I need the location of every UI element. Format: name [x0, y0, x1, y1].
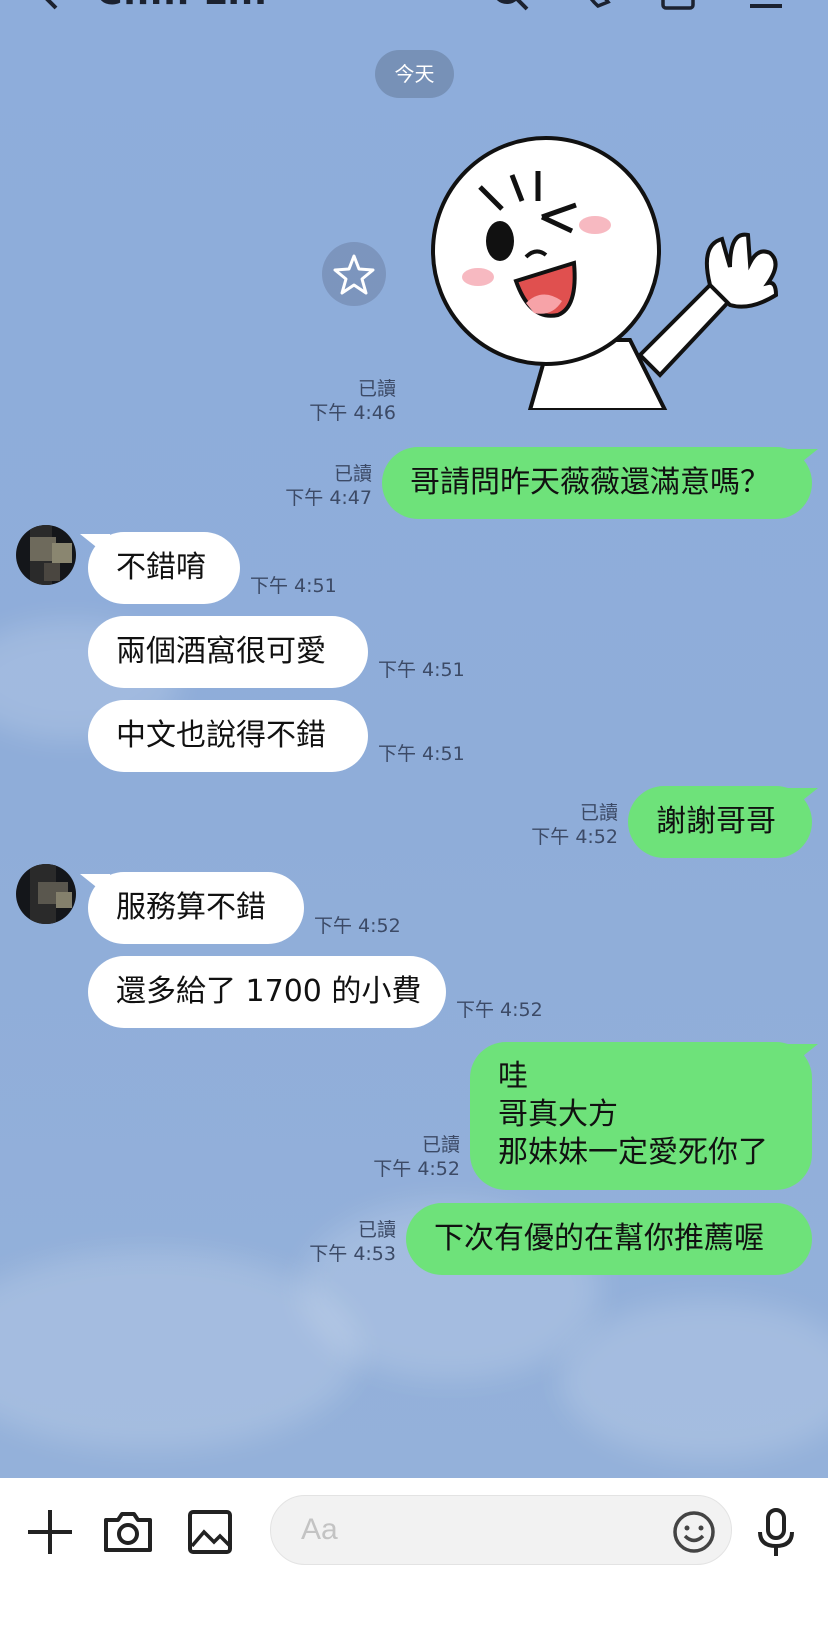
message-time: 下午 4:51 — [378, 659, 465, 681]
message-bubble-outgoing[interactable]: 謝謝哥哥 — [628, 786, 812, 858]
message-bubble-outgoing[interactable]: 下次有優的在幫你推薦喔 — [406, 1203, 812, 1275]
message-sticker[interactable] — [430, 135, 790, 412]
bubble-tail — [788, 788, 818, 812]
message-time: 下午 4:51 — [250, 575, 337, 597]
search-icon[interactable] — [490, 0, 530, 16]
image-icon[interactable] — [180, 1502, 240, 1562]
message-meta: 已讀 下午 4:53 — [256, 1218, 396, 1266]
message-line: 哇 — [498, 1059, 528, 1094]
message-input-bar — [0, 1478, 828, 1648]
message-bubble-incoming[interactable]: 中文也說得不錯 — [88, 700, 368, 772]
message-time: 下午 4:53 — [309, 1243, 396, 1265]
cloud-decoration — [560, 1300, 828, 1460]
message-meta: 已讀 下午 4:46 — [260, 377, 396, 425]
message-meta: 已讀 下午 4:52 — [478, 801, 618, 849]
menu-icon[interactable] — [746, 0, 786, 16]
message-time: 下午 4:52 — [531, 826, 618, 848]
message-meta: 已讀 下午 4:47 — [232, 462, 372, 510]
bubble-tail — [788, 1044, 818, 1068]
star-icon — [333, 254, 375, 295]
camera-icon[interactable] — [98, 1502, 158, 1562]
plus-icon[interactable] — [20, 1502, 80, 1562]
favorite-sticker-button[interactable] — [322, 242, 386, 306]
waving-face-sticker — [431, 136, 779, 412]
chat-header: Chih Lin — [0, 0, 828, 18]
message-time: 下午 4:52 — [456, 999, 543, 1021]
chat-title[interactable]: Chih Lin — [96, 0, 267, 13]
message-meta: 已讀 下午 4:52 — [320, 1133, 460, 1181]
message-bubble-incoming[interactable]: 兩個酒窩很可愛 — [88, 616, 368, 688]
message-bubble-outgoing[interactable]: 哥請問昨天薇薇還滿意嗎？ — [382, 447, 812, 519]
message-time: 下午 4:52 — [373, 1158, 460, 1180]
read-receipt: 已讀 — [333, 463, 372, 485]
message-input[interactable] — [270, 1495, 732, 1565]
contact-avatar[interactable] — [16, 864, 76, 924]
bubble-tail — [80, 534, 110, 558]
bubble-tail — [788, 449, 818, 473]
notes-icon[interactable] — [658, 0, 698, 16]
date-separator: 今天 — [375, 50, 454, 98]
message-line: 那妹妹一定愛死你了 — [498, 1135, 768, 1170]
emoji-icon[interactable] — [664, 1502, 724, 1562]
read-receipt: 已讀 — [357, 378, 396, 400]
message-bubble-incoming[interactable]: 還多給了 1700 的小費 — [88, 956, 446, 1028]
read-receipt: 已讀 — [579, 802, 618, 824]
message-bubble-incoming[interactable]: 服務算不錯 — [88, 872, 304, 944]
read-receipt: 已讀 — [421, 1134, 460, 1156]
message-time: 下午 4:51 — [378, 743, 465, 765]
contact-avatar[interactable] — [16, 525, 76, 585]
message-time: 下午 4:52 — [314, 915, 401, 937]
message-time: 下午 4:46 — [309, 402, 396, 424]
message-bubble-incoming[interactable]: 不錯唷 — [88, 532, 240, 604]
message-line: 哥真大方 — [498, 1097, 618, 1132]
message-bubble-outgoing[interactable]: 哇 哥真大方 那妹妹一定愛死你了 — [470, 1042, 812, 1190]
bubble-tail — [80, 874, 110, 898]
phone-icon[interactable] — [578, 0, 618, 16]
microphone-icon[interactable] — [746, 1502, 806, 1562]
back-arrow-icon[interactable] — [30, 0, 70, 16]
read-receipt: 已讀 — [357, 1219, 396, 1241]
message-time: 下午 4:47 — [285, 487, 372, 509]
